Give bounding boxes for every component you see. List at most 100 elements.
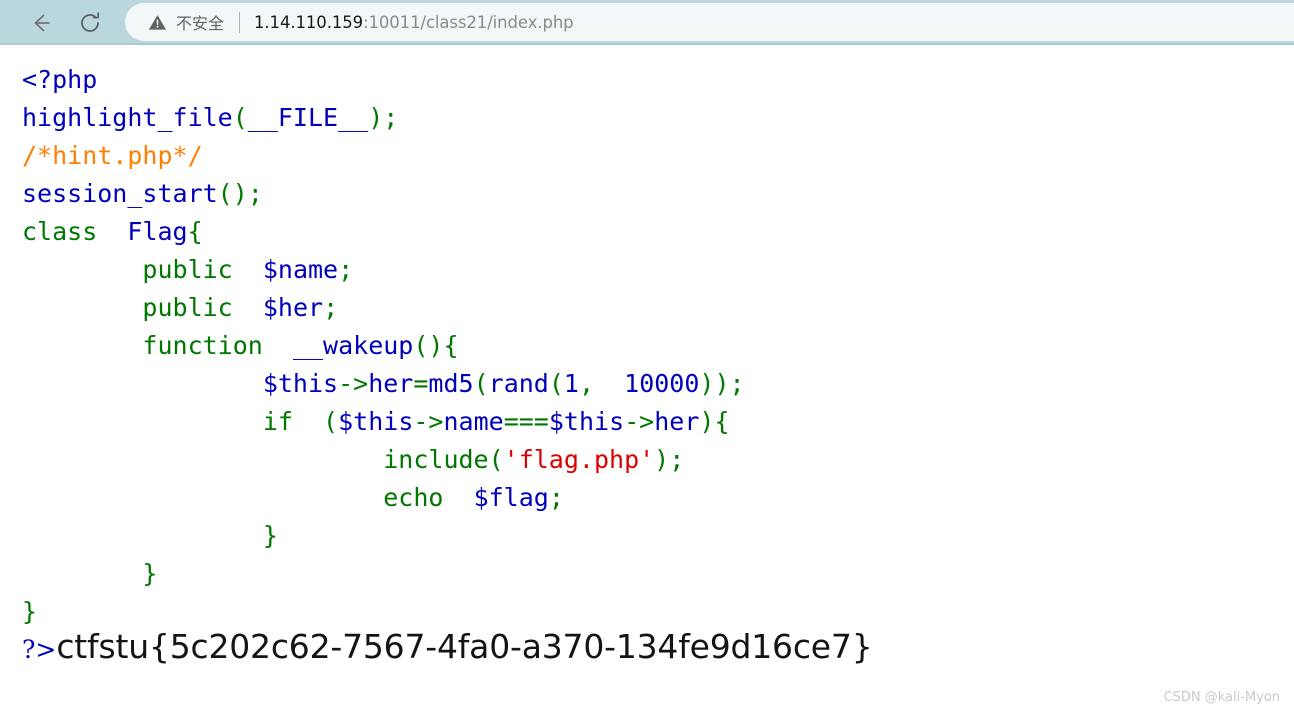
code-token: } xyxy=(142,559,158,588)
code-token: () xyxy=(413,331,444,360)
code-line: <?php xyxy=(22,61,1294,99)
code-line: function __wakeup(){ xyxy=(22,327,1294,365)
url-path: :10011/class21/index.php xyxy=(363,12,574,32)
code-token: public xyxy=(142,255,233,284)
arrow-left-icon xyxy=(27,10,53,36)
code-line: } xyxy=(22,593,1294,631)
code-token: === xyxy=(503,407,549,436)
code-token: $flag xyxy=(473,483,549,512)
code-token: echo xyxy=(383,483,444,512)
code-token: ; xyxy=(548,483,564,512)
code-token: __wakeup xyxy=(292,331,414,360)
code-line: session_start(); xyxy=(22,175,1294,213)
code-token: } xyxy=(22,597,38,626)
code-token: <?php xyxy=(22,65,98,94)
code-token: $this xyxy=(262,369,339,398)
code-token: ; xyxy=(323,293,339,322)
code-token: 'flag.php' xyxy=(503,445,655,474)
code-token: $this xyxy=(338,407,414,436)
code-token: her xyxy=(368,369,414,398)
security-status-label: 不安全 xyxy=(176,14,225,33)
code-token: { xyxy=(187,217,203,246)
code-token: 10000 xyxy=(624,369,700,398)
code-token: ) xyxy=(368,103,384,132)
code-line: $this->her=md5(rand(1, 10000)); xyxy=(22,365,1294,403)
code-token: $her xyxy=(262,293,324,322)
code-token: ); xyxy=(654,445,685,474)
reload-icon xyxy=(77,10,103,36)
code-token: -> xyxy=(624,407,655,436)
php-code: <?php highlight_file(__FILE__);/*hint.php… xyxy=(22,61,1294,631)
code-token: if xyxy=(262,407,293,436)
code-token: __FILE__ xyxy=(247,103,369,132)
page-content: <?php highlight_file(__FILE__);/*hint.php… xyxy=(0,47,1294,714)
code-line: echo $flag; xyxy=(22,479,1294,517)
code-token: ; xyxy=(383,103,399,132)
code-token: -> xyxy=(413,407,444,436)
code-token: function xyxy=(142,331,263,360)
code-token: session_start xyxy=(22,179,218,208)
code-token: ( xyxy=(488,445,504,474)
code-line: class Flag{ xyxy=(22,213,1294,251)
code-token: -> xyxy=(338,369,369,398)
output-flag-line: ?>ctfstu{5c202c62-7567-4fa0-a370-134fe9d… xyxy=(0,627,1294,673)
code-token: , xyxy=(578,369,625,398)
code-token: } xyxy=(262,521,278,550)
code-token: ( xyxy=(232,103,248,132)
warning-triangle-icon xyxy=(148,13,167,32)
address-bar[interactable]: 不安全 1.14.110.159:10011/class21/index.php xyxy=(125,3,1294,41)
browser-toolbar: 不安全 1.14.110.159:10011/class21/index.php xyxy=(0,0,1294,45)
code-token: rand xyxy=(488,369,549,398)
code-token: class xyxy=(22,217,98,246)
code-line: highlight_file(__FILE__); xyxy=(22,99,1294,137)
code-token: (); xyxy=(217,179,263,208)
flag-value: ctfstu{5c202c62-7567-4fa0-a370-134fe9d16… xyxy=(56,627,873,666)
code-token: /*hint.php*/ xyxy=(22,141,203,170)
code-token: $name xyxy=(262,255,339,284)
code-token: ( xyxy=(548,369,564,398)
php-closing-tag: ?> xyxy=(22,635,57,664)
code-line: public $name; xyxy=(22,251,1294,289)
code-line: public $her; xyxy=(22,289,1294,327)
code-token: ; xyxy=(338,255,354,284)
url-host: 1.14.110.159 xyxy=(254,12,364,32)
code-token: ( xyxy=(323,407,339,436)
code-token: 1 xyxy=(563,369,579,398)
code-token: md5 xyxy=(428,369,474,398)
site-security-chip[interactable]: 不安全 xyxy=(125,10,224,34)
omnibox-divider xyxy=(239,11,241,33)
csdn-watermark: CSDN @kali-Myon xyxy=(1163,690,1280,705)
url-display[interactable]: 1.14.110.159:10011/class21/index.php xyxy=(254,13,574,32)
code-token: ) xyxy=(699,407,715,436)
code-token: { xyxy=(443,331,459,360)
code-token: )); xyxy=(699,369,745,398)
back-button[interactable] xyxy=(22,5,58,41)
code-token: name xyxy=(443,407,504,436)
code-token: Flag xyxy=(127,217,188,246)
code-token: include xyxy=(383,445,489,474)
code-token: ( xyxy=(473,369,489,398)
code-line: if ($this->name===$this->her){ xyxy=(22,403,1294,441)
php-source-listing: <?php highlight_file(__FILE__);/*hint.php… xyxy=(0,47,1294,631)
code-line: include('flag.php'); xyxy=(22,441,1294,479)
code-line: } xyxy=(22,517,1294,555)
code-line: /*hint.php*/ xyxy=(22,137,1294,175)
code-token: { xyxy=(714,407,730,436)
reload-button[interactable] xyxy=(72,5,108,41)
code-token: her xyxy=(654,407,700,436)
code-token: highlight_file xyxy=(22,103,233,132)
